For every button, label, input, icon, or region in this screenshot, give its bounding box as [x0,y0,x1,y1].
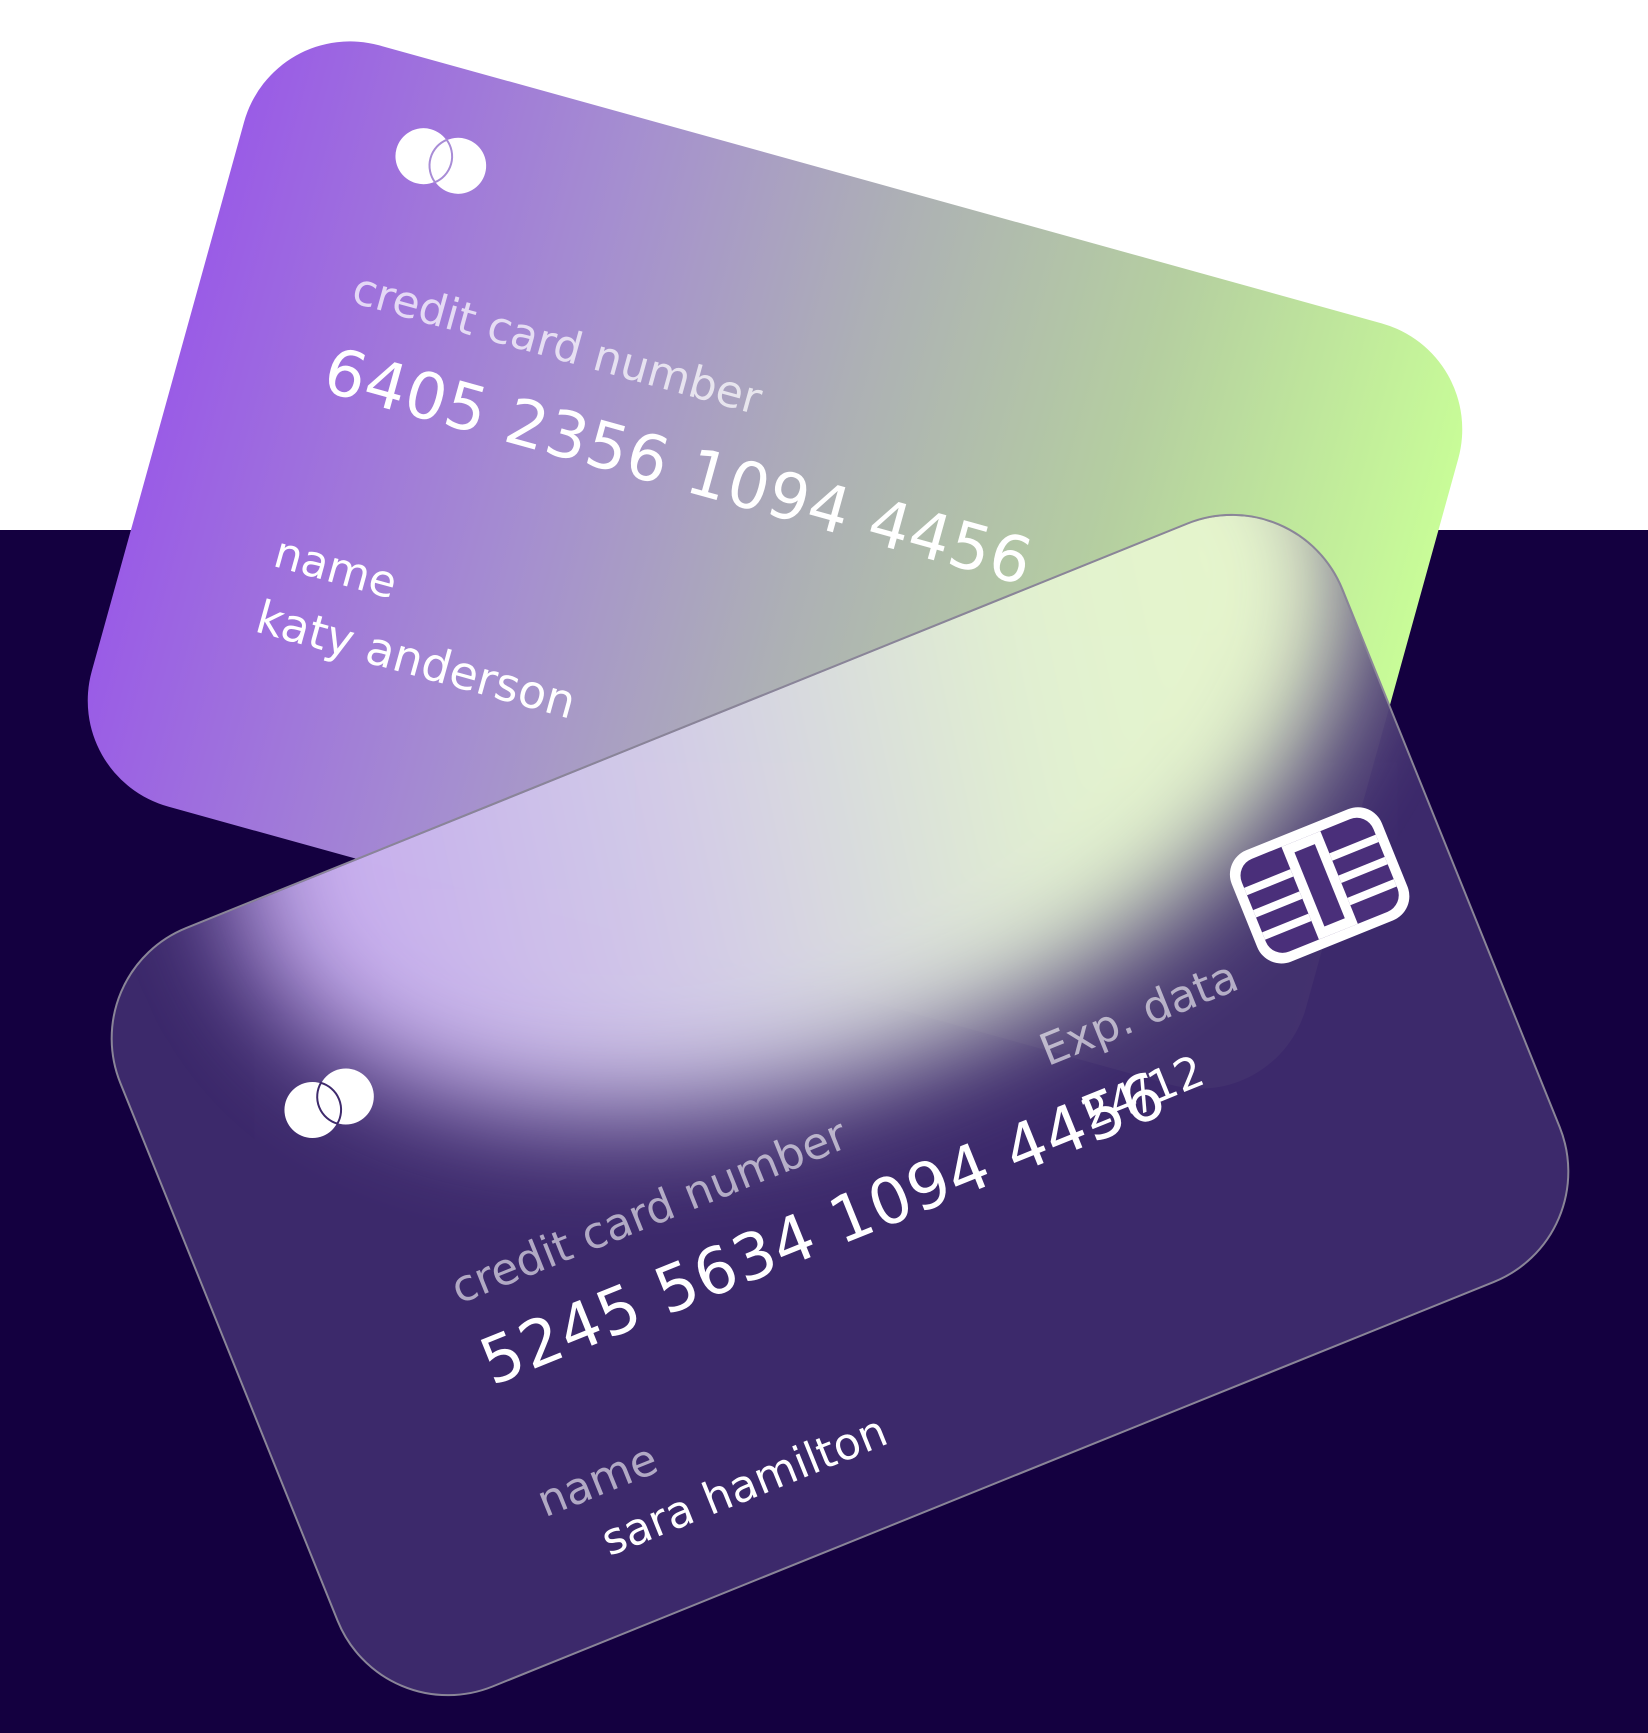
card-brand-circles-icon [395,128,487,194]
card-brand-circles-icon [284,1068,374,1138]
cardholder-name: katy anderson [250,589,582,730]
